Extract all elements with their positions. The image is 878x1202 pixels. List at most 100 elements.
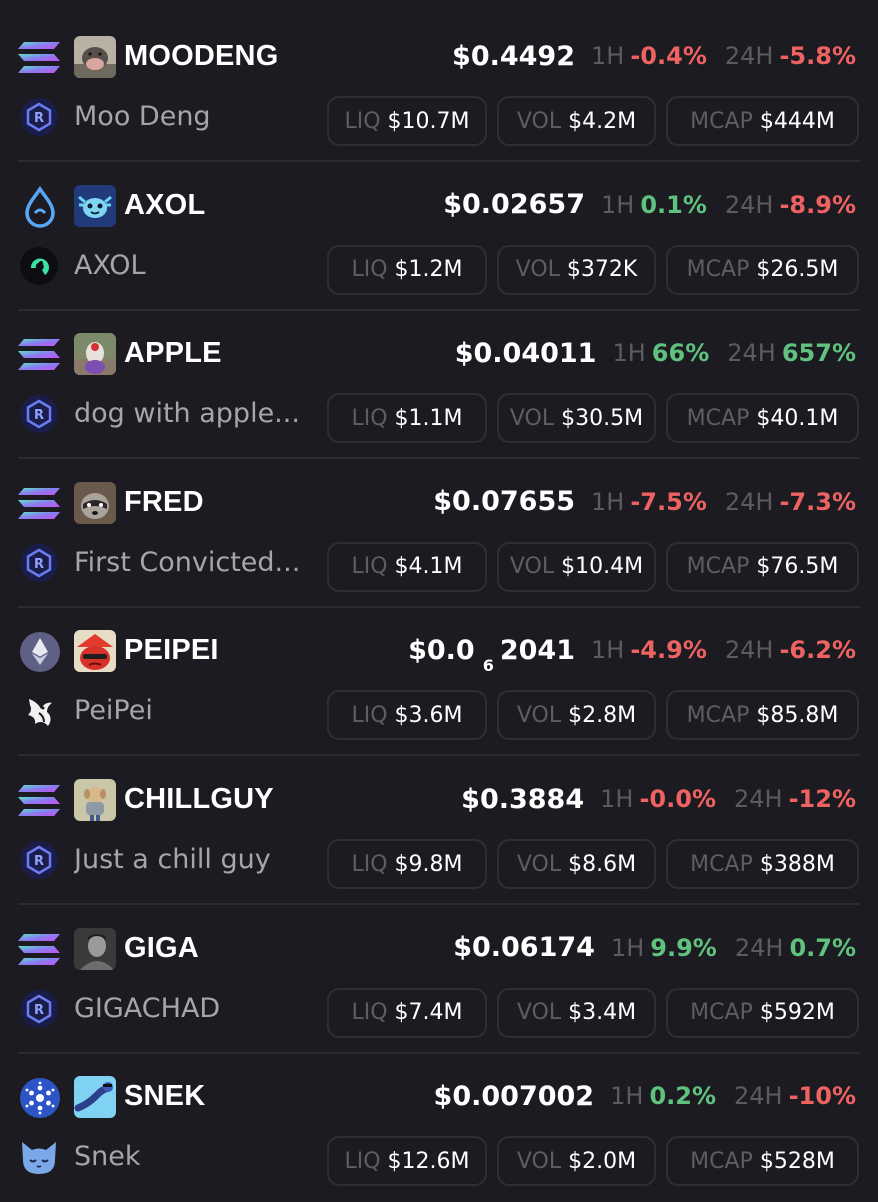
price-bar: $0.007002 1H 0.2% 24H -10% bbox=[434, 1074, 856, 1118]
market-cap-pill: MCAP $528M bbox=[666, 1136, 859, 1187]
giga-avatar-icon bbox=[74, 927, 116, 970]
token-row[interactable]: SNEK Snek $0.007002 1H 0.2% 24H -10% LIQ… bbox=[0, 1054, 878, 1202]
price: $0.4492 bbox=[452, 40, 576, 72]
market-cap-value: $85.8M bbox=[756, 702, 839, 728]
market-cap-label: MCAP bbox=[686, 702, 750, 728]
volume-label: VOL bbox=[516, 851, 562, 877]
snek-avatar-icon bbox=[74, 1076, 116, 1119]
market-cap-pill: MCAP $76.5M bbox=[666, 541, 859, 592]
token-row[interactable]: GIGA R GIGACHAD $0.06174 1H 9.9% 24H 0.7… bbox=[0, 906, 878, 1054]
solana-icon bbox=[18, 779, 62, 823]
market-cap-value: $388M bbox=[759, 851, 835, 877]
liquidity-value: $10.7M bbox=[387, 108, 470, 134]
token-symbol: APPLE bbox=[124, 337, 222, 370]
volume-label: VOL bbox=[515, 257, 560, 283]
cetus-icon bbox=[18, 245, 60, 287]
change-1h-value: 0.2% bbox=[649, 1082, 716, 1111]
token-row[interactable]: APPLE R dog with apple... $0.04011 1H 66… bbox=[0, 311, 878, 460]
market-cap-pill: MCAP $444M bbox=[666, 96, 859, 146]
change-1h-value: -0.4% bbox=[630, 42, 707, 70]
liquidity-label: LIQ bbox=[351, 257, 388, 283]
change-24h-label: 24H bbox=[724, 42, 774, 70]
token-row[interactable]: AXOL AXOL $0.02657 1H 0.1% 24H -8.9% LIQ… bbox=[0, 163, 878, 311]
price: $0.02657 bbox=[443, 189, 585, 221]
market-cap-label: MCAP bbox=[690, 851, 753, 877]
liquidity-label: LIQ bbox=[344, 1148, 381, 1174]
price-bar: $0.4492 1H -0.4% 24H -5.8% bbox=[452, 34, 856, 78]
market-cap-value: $444M bbox=[759, 108, 835, 134]
market-cap-label: MCAP bbox=[686, 257, 750, 283]
liquidity-pill: LIQ $12.6M bbox=[327, 1136, 487, 1187]
liquidity-value: $3.6M bbox=[394, 702, 463, 728]
price: $0.06174 bbox=[453, 932, 595, 964]
svg-text:R: R bbox=[34, 557, 44, 572]
volume-pill: VOL $2.8M bbox=[497, 690, 656, 741]
volume-pill: VOL $3.4M bbox=[497, 987, 656, 1038]
svg-text:R: R bbox=[34, 408, 44, 423]
change-1h-label: 1H bbox=[612, 339, 646, 368]
volume-value: $372K bbox=[566, 257, 638, 283]
liquidity-value: $12.6M bbox=[387, 1148, 470, 1174]
snek-cat-icon bbox=[18, 1136, 60, 1178]
price: $0.007002 bbox=[433, 1080, 595, 1112]
volume-label: VOL bbox=[516, 702, 562, 728]
token-row[interactable]: CHILLGUY R Just a chill guy $0.3884 1H -… bbox=[0, 757, 878, 905]
svg-text:R: R bbox=[34, 854, 44, 869]
apple-avatar-icon bbox=[74, 333, 116, 376]
change-24h-value: -7.3% bbox=[779, 487, 856, 516]
market-cap-label: MCAP bbox=[690, 1000, 753, 1026]
liquidity-value: $1.2M bbox=[394, 257, 463, 283]
price-bar: $0.3884 1H -0.0% 24H -12% bbox=[461, 777, 856, 821]
volume-value: $2.0M bbox=[568, 1148, 637, 1174]
change-24h-value: -12% bbox=[788, 785, 856, 813]
change-24h-value: 657% bbox=[781, 339, 856, 368]
token-name: Moo Deng bbox=[74, 101, 211, 132]
volume-value: $10.4M bbox=[561, 554, 644, 580]
change-1h-label: 1H bbox=[591, 42, 625, 70]
volume-value: $4.2M bbox=[568, 108, 637, 134]
svg-text:R: R bbox=[34, 1003, 44, 1018]
volume-label: VOL bbox=[516, 108, 562, 134]
change-24h-label: 24H bbox=[724, 636, 774, 665]
raydium-icon: R bbox=[18, 839, 60, 881]
cardano-icon bbox=[18, 1076, 62, 1120]
market-cap-label: MCAP bbox=[690, 1148, 753, 1174]
price: $0.04011 bbox=[454, 337, 597, 369]
liquidity-label: LIQ bbox=[344, 108, 381, 134]
change-1h-value: -0.0% bbox=[639, 785, 716, 813]
liquidity-pill: LIQ $4.1M bbox=[327, 541, 487, 592]
change-1h-label: 1H bbox=[600, 190, 635, 219]
liquidity-value: $7.4M bbox=[394, 1000, 463, 1026]
change-24h-value: -6.2% bbox=[779, 636, 856, 665]
chillguy-avatar-icon bbox=[74, 779, 116, 821]
solana-icon bbox=[18, 482, 62, 526]
price-bar: $0.06174 1H 9.9% 24H 0.7% bbox=[453, 926, 856, 970]
liquidity-pill: LIQ $7.4M bbox=[327, 987, 487, 1038]
token-name: First Convicted... bbox=[74, 546, 301, 578]
liquidity-label: LIQ bbox=[351, 405, 388, 431]
token-name: Just a chill guy bbox=[74, 844, 271, 875]
solana-icon bbox=[18, 36, 62, 80]
token-row[interactable]: MOODENG R Moo Deng $0.4492 1H -0.4% 24H … bbox=[0, 14, 878, 162]
price-bar: $0.04011 1H 66% 24H 657% bbox=[455, 331, 856, 375]
price-bar: $0.02657 1H 0.1% 24H -8.9% bbox=[443, 183, 856, 227]
volume-pill: VOL $30.5M bbox=[497, 393, 656, 444]
change-24h-value: 0.7% bbox=[789, 933, 856, 962]
volume-label: VOL bbox=[516, 1148, 562, 1174]
change-24h-value: -5.8% bbox=[779, 42, 856, 70]
change-1h-value: -7.5% bbox=[630, 487, 707, 516]
token-row[interactable]: PEIPEI PeiPei $0.0 6 2041 1H -4.9% 24H -6.… bbox=[0, 608, 878, 757]
price: $0.07655 bbox=[433, 486, 576, 518]
ethereum-icon bbox=[18, 630, 62, 674]
change-24h-label: 24H bbox=[734, 933, 784, 962]
change-24h-label: 24H bbox=[734, 1082, 783, 1111]
market-cap-value: $40.1M bbox=[756, 405, 839, 431]
volume-value: $2.8M bbox=[568, 702, 637, 728]
market-cap-value: $76.5M bbox=[756, 554, 839, 580]
token-row[interactable]: FRED R First Convicted... $0.07655 1H -7… bbox=[0, 460, 878, 608]
volume-label: VOL bbox=[509, 554, 555, 580]
raydium-icon: R bbox=[18, 96, 60, 138]
change-1h-label: 1H bbox=[610, 933, 645, 962]
token-name: AXOL bbox=[74, 249, 146, 281]
liquidity-label: LIQ bbox=[351, 554, 388, 580]
